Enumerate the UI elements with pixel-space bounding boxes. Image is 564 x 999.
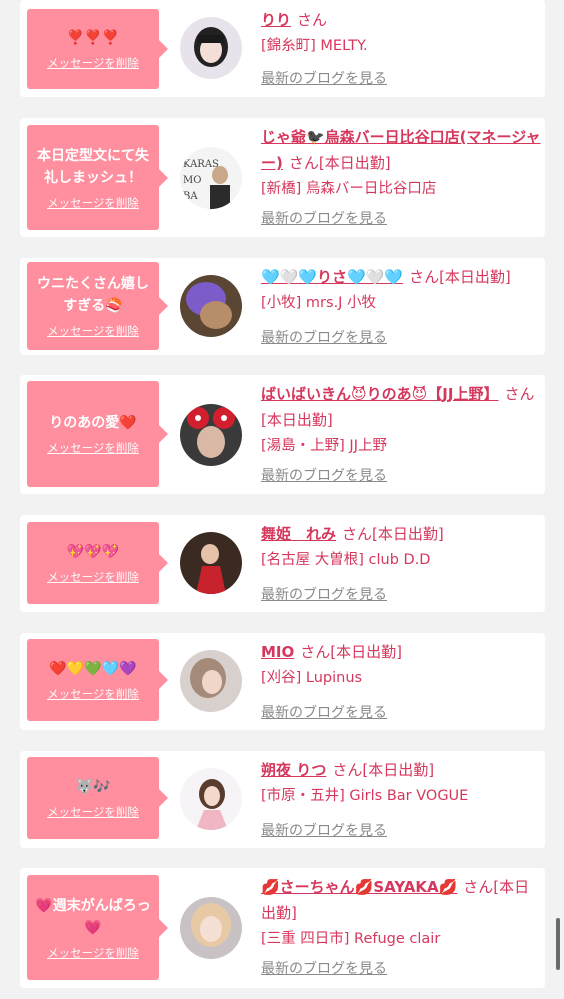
message-bubble: ❤️💛💚🩵💜 メッセージを削除 — [27, 639, 168, 721]
svg-text:MO: MO — [183, 175, 201, 186]
delete-message-link[interactable]: メッセージを削除 — [47, 804, 139, 820]
cast-name-link[interactable]: ばいばいきん😈りのあ😈【JJ上野】 — [261, 385, 498, 403]
delete-message-link[interactable]: メッセージを削除 — [47, 55, 139, 71]
delete-message-link[interactable]: メッセージを削除 — [47, 323, 139, 339]
cast-suffix: さん[本日出勤] — [332, 761, 435, 779]
message-card: ❤️💛💚🩵💜 メッセージを削除 MIO さん[本日出勤] [刈谷] Lupinus… — [20, 633, 545, 730]
shop-label: [市原・五井] Girls Bar VOGUE — [261, 788, 469, 804]
cast-name-link[interactable]: MIO — [261, 643, 294, 661]
cast-info: 💋さーちゃん💋SAYAKA💋 さん[本日出勤] [三重 四日市] Refuge c… — [261, 874, 541, 952]
shop-label: [小牧] mrs.J 小牧 — [261, 295, 377, 311]
message-card: りのあの愛❤️ メッセージを削除 ばいばいきん😈りのあ😈【JJ上野】 さん[本日出… — [20, 375, 545, 494]
message-text: 本日定型文にて失礼しまッシュ！ — [37, 147, 149, 186]
message-text: ❤️💛💚🩵💜 — [49, 661, 137, 677]
delete-message-link[interactable]: メッセージを削除 — [47, 195, 139, 211]
latest-blog-link[interactable]: 最新のブログを見る — [261, 584, 387, 604]
message-text: りのあの愛❤️ — [49, 415, 137, 431]
delete-message-link[interactable]: メッセージを削除 — [47, 569, 139, 585]
cast-suffix: さん[本日出勤] — [342, 525, 444, 543]
delete-message-link[interactable]: メッセージを削除 — [47, 686, 139, 702]
cast-name-link[interactable]: りり — [261, 11, 291, 29]
cast-info: じゃ爺🐦‍⬛烏森バー日比谷口店(マネージャー) さん[本日出勤] [新橋] 烏森バ… — [261, 124, 541, 202]
cast-info: 舞姫 れみ さん[本日出勤] [名古屋 大曽根] club D.D — [261, 521, 541, 573]
cast-name-link[interactable]: 🩵🤍🩵りさ🩵🤍🩵 — [261, 268, 403, 286]
avatar[interactable] — [180, 897, 242, 959]
message-bubble: 💗週末がんばろっ💗 メッセージを削除 — [27, 875, 168, 980]
avatar[interactable] — [180, 650, 242, 712]
latest-blog-link[interactable]: 最新のブログを見る — [261, 702, 387, 722]
message-text: ウニたくさん嬉しすぎる🍣 — [37, 276, 149, 314]
message-bubble: ウニたくさん嬉しすぎる🍣 メッセージを削除 — [27, 262, 168, 350]
svg-text:BA: BA — [183, 191, 198, 202]
message-bubble: りのあの愛❤️ メッセージを削除 — [27, 381, 168, 487]
shop-label: [三重 四日市] Refuge clair — [261, 931, 441, 947]
cast-name-link[interactable]: 朔夜 りつ — [261, 761, 326, 779]
message-card: ウニたくさん嬉しすぎる🍣 メッセージを削除 🩵🤍🩵りさ🩵🤍🩵 さん[本日出勤] [… — [20, 258, 545, 355]
shop-label: [新橋] 烏森バー日比谷口店 — [261, 181, 437, 197]
message-text: 🐺🎶 — [75, 779, 111, 795]
latest-blog-link[interactable]: 最新のブログを見る — [261, 208, 387, 228]
message-list: ❣️❣️❣️ メッセージを削除 りり さん [錦糸町] MELTY. 最新のブログ… — [0, 0, 564, 999]
delete-message-link[interactable]: メッセージを削除 — [47, 440, 139, 456]
message-card: 本日定型文にて失礼しまッシュ！ メッセージを削除 KARAS MO BA じゃ爺🐦‍… — [20, 118, 545, 237]
message-card: 💖💖💖 メッセージを削除 舞姫 れみ さん[本日出勤] [名古屋 大曽根] clu… — [20, 515, 545, 612]
message-bubble: ❣️❣️❣️ メッセージを削除 — [27, 9, 168, 89]
latest-blog-link[interactable]: 最新のブログを見る — [261, 327, 387, 347]
cast-info: MIO さん[本日出勤] [刈谷] Lupinus — [261, 639, 541, 691]
message-bubble: 🐺🎶 メッセージを削除 — [27, 757, 168, 839]
latest-blog-link[interactable]: 最新のブログを見る — [261, 68, 387, 88]
cast-info: 🩵🤍🩵りさ🩵🤍🩵 さん[本日出勤] [小牧] mrs.J 小牧 — [261, 264, 541, 316]
avatar[interactable] — [180, 404, 242, 466]
cast-info: 朔夜 りつ さん[本日出勤] [市原・五井] Girls Bar VOGUE — [261, 757, 541, 809]
avatar[interactable]: KARAS MO BA — [180, 147, 242, 209]
message-bubble: 本日定型文にて失礼しまッシュ！ メッセージを削除 — [27, 125, 168, 230]
shop-label: [湯島・上野] JJ上野 — [261, 438, 387, 454]
svg-text:KARAS: KARAS — [183, 159, 219, 170]
message-card: 💗週末がんばろっ💗 メッセージを削除 💋さーちゃん💋SAYAKA💋 さん[本日出勤… — [20, 868, 545, 988]
avatar[interactable] — [180, 768, 242, 830]
scrollbar-thumb[interactable] — [556, 918, 560, 970]
message-text: 💗週末がんばろっ💗 — [35, 897, 151, 936]
cast-name-link[interactable]: 舞姫 れみ — [261, 525, 336, 543]
cast-suffix: さん[本日出勤] — [288, 154, 391, 172]
shop-label: [名古屋 大曽根] club D.D — [261, 552, 431, 568]
avatar[interactable] — [180, 275, 242, 337]
cast-info: りり さん [錦糸町] MELTY. — [261, 7, 541, 59]
cast-suffix: さん[本日出勤] — [409, 268, 511, 286]
shop-label: [錦糸町] MELTY. — [261, 38, 368, 54]
latest-blog-link[interactable]: 最新のブログを見る — [261, 820, 387, 840]
message-card: 🐺🎶 メッセージを削除 朔夜 りつ さん[本日出勤] [市原・五井] Girls … — [20, 751, 545, 848]
message-text: 💖💖💖 — [66, 544, 120, 560]
latest-blog-link[interactable]: 最新のブログを見る — [261, 465, 387, 485]
delete-message-link[interactable]: メッセージを削除 — [47, 945, 139, 961]
avatar[interactable] — [180, 532, 242, 594]
cast-suffix: さん[本日出勤] — [300, 643, 402, 661]
cast-suffix: さん — [297, 11, 328, 29]
message-card: ❣️❣️❣️ メッセージを削除 りり さん [錦糸町] MELTY. 最新のブログ… — [20, 0, 545, 97]
cast-name-link[interactable]: 💋さーちゃん💋SAYAKA💋 — [261, 878, 457, 896]
shop-label: [刈谷] Lupinus — [261, 670, 363, 686]
cast-info: ばいばいきん😈りのあ😈【JJ上野】 さん[本日出勤] [湯島・上野] JJ上野 — [261, 381, 541, 459]
avatar[interactable] — [180, 17, 242, 79]
message-text: ❣️❣️❣️ — [66, 30, 120, 46]
latest-blog-link[interactable]: 最新のブログを見る — [261, 958, 387, 978]
message-bubble: 💖💖💖 メッセージを削除 — [27, 522, 168, 604]
